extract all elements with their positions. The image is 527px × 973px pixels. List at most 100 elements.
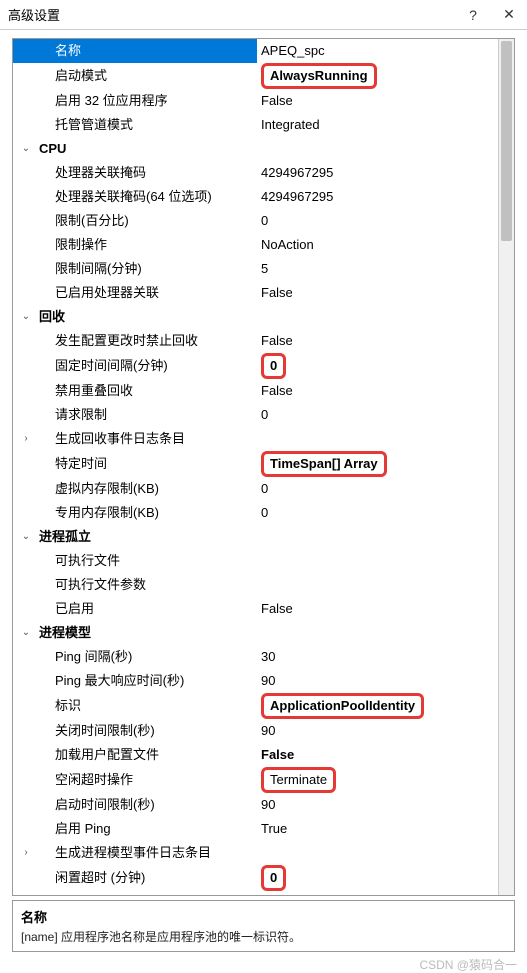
row-idletimeout[interactable]: 闲置超时 (分钟) 0 <box>13 865 498 891</box>
idletimeout-value[interactable]: 0 <box>261 865 286 891</box>
row-orphan-params[interactable]: 可执行文件参数 <box>13 573 498 597</box>
row-maxworker[interactable]: 最大工作进程数 1 <box>13 891 498 895</box>
recycle-category-label: 回收 <box>35 305 65 329</box>
close-button[interactable]: ✕ <box>499 5 519 25</box>
pipeline-value[interactable]: Integrated <box>257 113 498 137</box>
limitinterval-value[interactable]: 5 <box>257 257 498 281</box>
chevron-down-icon[interactable]: ⌄ <box>17 525 35 549</box>
category-model[interactable]: ⌄进程模型 <box>13 621 498 645</box>
chevron-right-icon[interactable]: › <box>17 427 35 451</box>
pingresponse-value[interactable]: 90 <box>257 669 498 693</box>
affinity-value[interactable]: 4294967295 <box>257 161 498 185</box>
startup-label: 启动时间限制(秒) <box>35 793 155 817</box>
shutdown-value[interactable]: 90 <box>257 719 498 743</box>
window-title: 高级设置 <box>8 5 60 24</box>
row-startmode[interactable]: 启动模式 AlwaysRunning <box>13 63 498 89</box>
startmode-label: 启动模式 <box>35 64 107 88</box>
limit-label: 限制(百分比) <box>35 209 129 233</box>
requests-value[interactable]: 0 <box>257 403 498 427</box>
limitaction-value[interactable]: NoAction <box>257 233 498 257</box>
row-idleaction[interactable]: 空闲超时操作 Terminate <box>13 767 498 793</box>
pmem-value[interactable]: 0 <box>257 501 498 525</box>
orphan-exe-value[interactable] <box>257 549 498 573</box>
scroll-thumb[interactable] <box>501 41 512 241</box>
row-affinityenabled[interactable]: 已启用处理器关联 False <box>13 281 498 305</box>
category-orphan[interactable]: ⌄进程孤立 <box>13 525 498 549</box>
disallow-value[interactable]: False <box>257 329 498 353</box>
enable32-label: 启用 32 位应用程序 <box>35 89 168 113</box>
chevron-down-icon[interactable]: ⌄ <box>17 305 35 329</box>
enable32-value[interactable]: False <box>257 89 498 113</box>
category-cpu[interactable]: ⌄CPU <box>13 137 498 161</box>
chevron-down-icon[interactable]: ⌄ <box>17 137 35 161</box>
row-schedule[interactable]: 特定时间 TimeSpan[] Array <box>13 451 498 477</box>
help-button[interactable]: ? <box>463 5 483 25</box>
schedule-value[interactable]: TimeSpan[] Array <box>261 451 387 477</box>
row-loadprofile[interactable]: 加载用户配置文件 False <box>13 743 498 767</box>
row-logevents[interactable]: ›生成回收事件日志条目 <box>13 427 498 451</box>
row-pmem[interactable]: 专用内存限制(KB) 0 <box>13 501 498 525</box>
orphan-enabled-value[interactable]: False <box>257 597 498 621</box>
orphan-category-label: 进程孤立 <box>35 525 91 549</box>
row-limitinterval[interactable]: 限制间隔(分钟) 5 <box>13 257 498 281</box>
row-limitaction[interactable]: 限制操作 NoAction <box>13 233 498 257</box>
row-requests[interactable]: 请求限制 0 <box>13 403 498 427</box>
chevron-down-icon[interactable]: ⌄ <box>17 621 35 645</box>
pmem-label: 专用内存限制(KB) <box>35 501 159 525</box>
property-grid: 名称 APEQ_spc 启动模式 AlwaysRunning 启用 32 位应用… <box>12 38 515 896</box>
regular-value[interactable]: 0 <box>261 353 286 379</box>
row-orphan-enabled[interactable]: 已启用 False <box>13 597 498 621</box>
maxworker-value[interactable]: 1 <box>257 891 498 895</box>
model-category-label: 进程模型 <box>35 621 91 645</box>
overlap-label: 禁用重叠回收 <box>35 379 133 403</box>
orphan-params-label: 可执行文件参数 <box>35 573 146 597</box>
row-vmem[interactable]: 虚拟内存限制(KB) 0 <box>13 477 498 501</box>
name-value[interactable]: APEQ_spc <box>257 39 498 63</box>
idleaction-value[interactable]: Terminate <box>261 767 336 793</box>
loadprofile-value[interactable]: False <box>257 743 498 767</box>
identity-value[interactable]: ApplicationPoolIdentity <box>261 693 424 719</box>
pingenabled-value[interactable]: True <box>257 817 498 841</box>
limitaction-label: 限制操作 <box>35 233 107 257</box>
row-identity[interactable]: 标识 ApplicationPoolIdentity <box>13 693 498 719</box>
row-affinity64[interactable]: 处理器关联掩码(64 位选项) 4294967295 <box>13 185 498 209</box>
logmodel-label: 生成进程模型事件日志条目 <box>35 841 211 865</box>
limit-value[interactable]: 0 <box>257 209 498 233</box>
startup-value[interactable]: 90 <box>257 793 498 817</box>
overlap-value[interactable]: False <box>257 379 498 403</box>
maxworker-label: 最大工作进程数 <box>35 891 146 895</box>
vmem-value[interactable]: 0 <box>257 477 498 501</box>
row-shutdown[interactable]: 关闭时间限制(秒) 90 <box>13 719 498 743</box>
row-name[interactable]: 名称 APEQ_spc <box>13 39 498 63</box>
row-affinity[interactable]: 处理器关联掩码 4294967295 <box>13 161 498 185</box>
category-recycle[interactable]: ⌄回收 <box>13 305 498 329</box>
row-pinginterval[interactable]: Ping 间隔(秒) 30 <box>13 645 498 669</box>
orphan-exe-label: 可执行文件 <box>35 549 120 573</box>
row-pingresponse[interactable]: Ping 最大响应时间(秒) 90 <box>13 669 498 693</box>
row-pingenabled[interactable]: 启用 Ping True <box>13 817 498 841</box>
row-logmodel[interactable]: ›生成进程模型事件日志条目 <box>13 841 498 865</box>
pingenabled-label: 启用 Ping <box>35 817 111 841</box>
pinginterval-label: Ping 间隔(秒) <box>35 645 132 669</box>
row-orphan-exe[interactable]: 可执行文件 <box>13 549 498 573</box>
limitinterval-label: 限制间隔(分钟) <box>35 257 142 281</box>
identity-label: 标识 <box>35 694 81 718</box>
orphan-params-value[interactable] <box>257 573 498 597</box>
row-regular[interactable]: 固定时间间隔(分钟) 0 <box>13 353 498 379</box>
affinity64-label: 处理器关联掩码(64 位选项) <box>35 185 212 209</box>
vertical-scrollbar[interactable] <box>498 39 514 895</box>
idletimeout-label: 闲置超时 (分钟) <box>35 866 145 890</box>
startmode-value[interactable]: AlwaysRunning <box>261 63 377 89</box>
affinity64-value[interactable]: 4294967295 <box>257 185 498 209</box>
row-startup[interactable]: 启动时间限制(秒) 90 <box>13 793 498 817</box>
row-limit[interactable]: 限制(百分比) 0 <box>13 209 498 233</box>
row-pipeline[interactable]: 托管管道模式 Integrated <box>13 113 498 137</box>
chevron-right-icon[interactable]: › <box>17 841 35 865</box>
affinityenabled-value[interactable]: False <box>257 281 498 305</box>
row-disallow[interactable]: 发生配置更改时禁止回收 False <box>13 329 498 353</box>
pinginterval-value[interactable]: 30 <box>257 645 498 669</box>
row-overlap[interactable]: 禁用重叠回收 False <box>13 379 498 403</box>
requests-label: 请求限制 <box>35 403 107 427</box>
row-enable32[interactable]: 启用 32 位应用程序 False <box>13 89 498 113</box>
vmem-label: 虚拟内存限制(KB) <box>35 477 159 501</box>
